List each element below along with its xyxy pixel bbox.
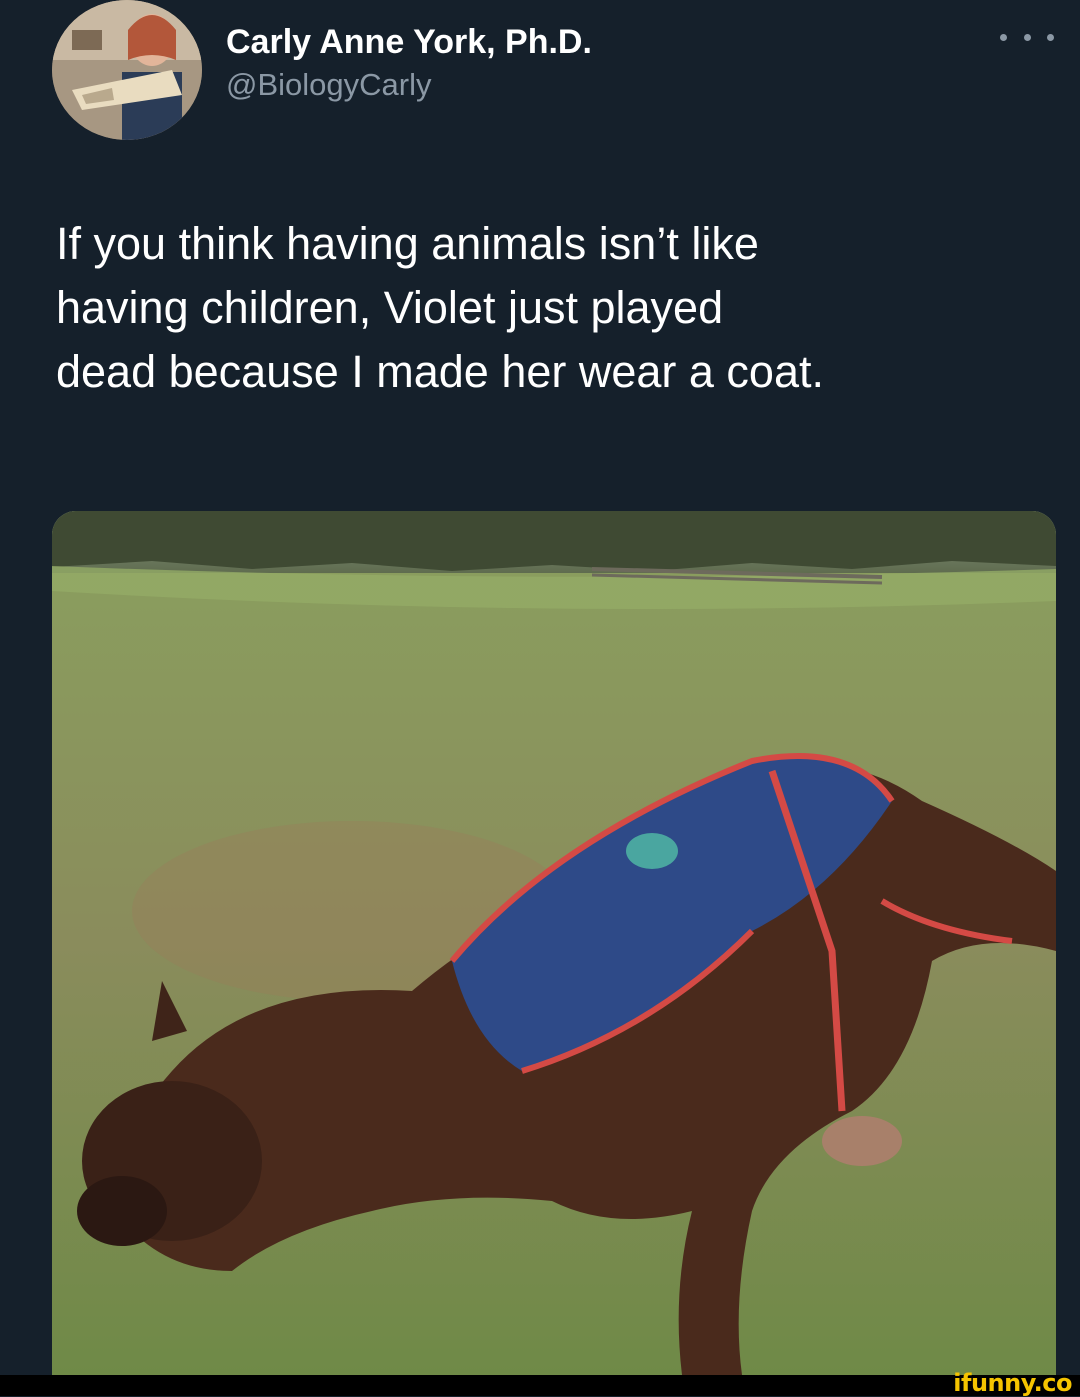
bottom-bar bbox=[0, 1375, 1080, 1396]
tweet-header: Carly Anne York, Ph.D. @BiologyCarly bbox=[0, 0, 1080, 170]
display-name[interactable]: Carly Anne York, Ph.D. bbox=[226, 20, 592, 64]
tweet-photo[interactable] bbox=[52, 511, 1056, 1375]
avatar[interactable] bbox=[52, 0, 202, 140]
tweet-text: If you think having animals isn’t like h… bbox=[56, 218, 824, 397]
user-handle[interactable]: @BiologyCarly bbox=[226, 64, 592, 106]
more-horizontal-icon[interactable] bbox=[1000, 22, 1054, 52]
watermark-logo: ifunny.co bbox=[953, 1369, 1072, 1397]
